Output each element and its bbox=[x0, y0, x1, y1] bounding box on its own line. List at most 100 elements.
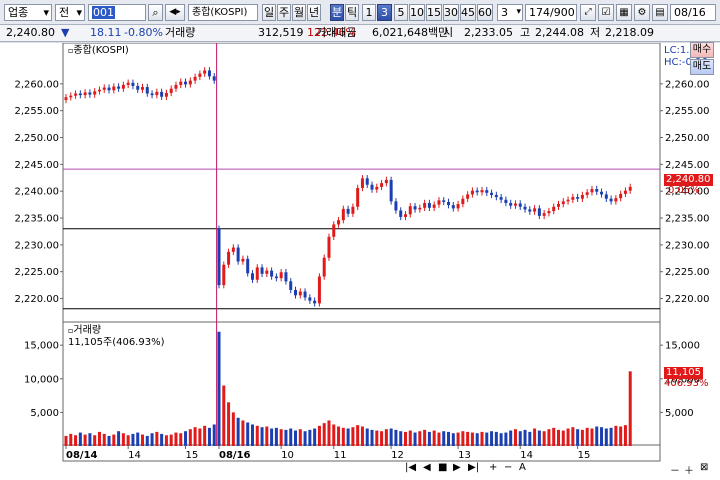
zoom-in-icon[interactable]: + bbox=[489, 462, 497, 473]
grid-icon[interactable]: ▦ bbox=[616, 4, 632, 21]
close-icon[interactable]: ⊠ bbox=[700, 462, 708, 473]
period-button-3[interactable]: 년 bbox=[307, 4, 321, 21]
date-field[interactable]: 08/16 bbox=[670, 4, 716, 21]
candle-body bbox=[193, 76, 197, 81]
price-tick-label-right: 2,250.00 bbox=[665, 133, 710, 144]
candle-body bbox=[442, 200, 446, 202]
fit-icon[interactable]: A bbox=[519, 462, 526, 473]
candle-body bbox=[370, 184, 374, 190]
volume-bar bbox=[260, 427, 264, 446]
volume-bar bbox=[461, 431, 465, 446]
candle-body bbox=[413, 206, 417, 210]
volume-bar bbox=[451, 433, 455, 446]
candle-body bbox=[561, 201, 565, 205]
volume-bar bbox=[571, 427, 575, 446]
chevron-down-icon: ▾ bbox=[516, 7, 521, 17]
zoom-out-icon[interactable]: − bbox=[504, 462, 512, 473]
zoom-out-bottom-icon[interactable]: － bbox=[670, 462, 680, 477]
price-tick-label-right: 2,255.00 bbox=[665, 106, 710, 117]
volume-bar bbox=[628, 371, 632, 446]
volume-bar bbox=[222, 385, 226, 446]
candle-body bbox=[188, 80, 192, 85]
scroll-next-icon[interactable]: ▶ bbox=[453, 462, 461, 473]
volume-bar bbox=[360, 426, 364, 446]
candle-body bbox=[332, 224, 336, 237]
scroll-last-icon[interactable]: ▶| bbox=[468, 462, 479, 473]
sound-icon[interactable]: ◀▸ bbox=[165, 4, 185, 21]
chart-svg[interactable]: 2,260.00 2,260.00 2,255.00 2,255.00 2,250.00… bbox=[0, 43, 720, 480]
open-value: 2,233.05 bbox=[464, 26, 513, 39]
settings-icon[interactable]: ⚙ bbox=[634, 4, 650, 21]
candle-body bbox=[447, 201, 451, 206]
volume-tick-label-left: 10,000 bbox=[24, 374, 59, 385]
period-button-12[interactable]: 45 bbox=[460, 4, 476, 21]
candle-body bbox=[265, 270, 269, 274]
period-button-1[interactable]: 주 bbox=[277, 4, 291, 21]
candle-body bbox=[351, 206, 355, 214]
candle-body bbox=[389, 179, 393, 202]
volume-bar bbox=[121, 433, 125, 446]
volume-bar bbox=[155, 431, 159, 446]
volume-bar bbox=[97, 431, 101, 446]
volume-bar bbox=[212, 424, 216, 446]
candle-body bbox=[337, 220, 341, 225]
calendar-icon[interactable]: ▤ bbox=[652, 4, 668, 21]
candle-body bbox=[241, 258, 245, 262]
candle-body bbox=[117, 86, 121, 89]
checkbox-icon[interactable]: ☑ bbox=[598, 4, 614, 21]
stop-icon[interactable]: ■ bbox=[438, 462, 447, 473]
search-icon[interactable]: ⌕ bbox=[148, 4, 163, 21]
market-select[interactable]: 업종 ▾ bbox=[4, 4, 52, 21]
period-button-7[interactable]: 3 bbox=[377, 4, 392, 21]
price-tick-label-left: 2,240.00 bbox=[14, 187, 59, 198]
candle-body bbox=[576, 197, 580, 199]
candle-body bbox=[212, 76, 216, 81]
volume-bar bbox=[217, 331, 221, 446]
candle-body bbox=[160, 91, 164, 97]
period-mode-select[interactable]: 전 ▾ bbox=[55, 4, 85, 21]
period-button-2[interactable]: 월 bbox=[292, 4, 306, 21]
scroll-first-icon[interactable]: |◀ bbox=[405, 462, 416, 473]
volume-bar bbox=[107, 435, 111, 446]
buy-button[interactable]: 매수 bbox=[690, 42, 714, 58]
period-button-8[interactable]: 5 bbox=[394, 4, 408, 21]
candle-body bbox=[528, 209, 532, 212]
current-price: 2,240.80 bbox=[6, 26, 55, 39]
volume-bar bbox=[69, 433, 73, 446]
volume-bar bbox=[370, 429, 374, 446]
period-button-6[interactable]: 1 bbox=[362, 4, 376, 21]
x-tick-label: 08/16 bbox=[219, 450, 251, 461]
price-tick-label-left: 2,230.00 bbox=[14, 240, 59, 251]
volume-bar bbox=[394, 429, 398, 446]
period-button-13[interactable]: 60 bbox=[477, 4, 493, 21]
sell-button[interactable]: 매도 bbox=[690, 59, 714, 75]
code-input[interactable]: 001 bbox=[88, 4, 146, 21]
period-button-4[interactable]: 분 bbox=[330, 4, 344, 21]
volume-bar bbox=[537, 430, 541, 446]
price-tick-label-right: 2,260.00 bbox=[665, 79, 710, 90]
volume-bar bbox=[528, 431, 532, 446]
period-button-11[interactable]: 30 bbox=[443, 4, 459, 21]
period-button-9[interactable]: 10 bbox=[409, 4, 425, 21]
scroll-prev-icon[interactable]: ◀ bbox=[423, 462, 431, 473]
candle-body bbox=[284, 272, 288, 282]
volume-bar bbox=[279, 429, 283, 446]
fullscreen-icon[interactable]: ⤢ bbox=[580, 4, 596, 21]
volume-bar bbox=[456, 432, 460, 446]
period-button-10[interactable]: 15 bbox=[426, 4, 442, 21]
volume-tick-label-left: 15,000 bbox=[24, 341, 59, 352]
candle-body bbox=[523, 206, 527, 210]
period-button-5[interactable]: 틱 bbox=[345, 4, 359, 21]
volume-bar bbox=[475, 433, 479, 446]
interval-input[interactable]: 3 ▾ bbox=[497, 4, 523, 21]
candle-body bbox=[384, 179, 388, 184]
candle-body bbox=[456, 204, 460, 209]
volume-bar bbox=[150, 433, 154, 446]
zoom-in-bottom-icon[interactable]: ＋ bbox=[684, 462, 694, 477]
candle-body bbox=[566, 199, 570, 202]
period-button-0[interactable]: 일 bbox=[262, 4, 276, 21]
candle-body bbox=[174, 84, 178, 89]
volume-bar bbox=[317, 425, 321, 446]
volume-bar bbox=[298, 429, 302, 446]
volume-bar bbox=[337, 426, 341, 446]
